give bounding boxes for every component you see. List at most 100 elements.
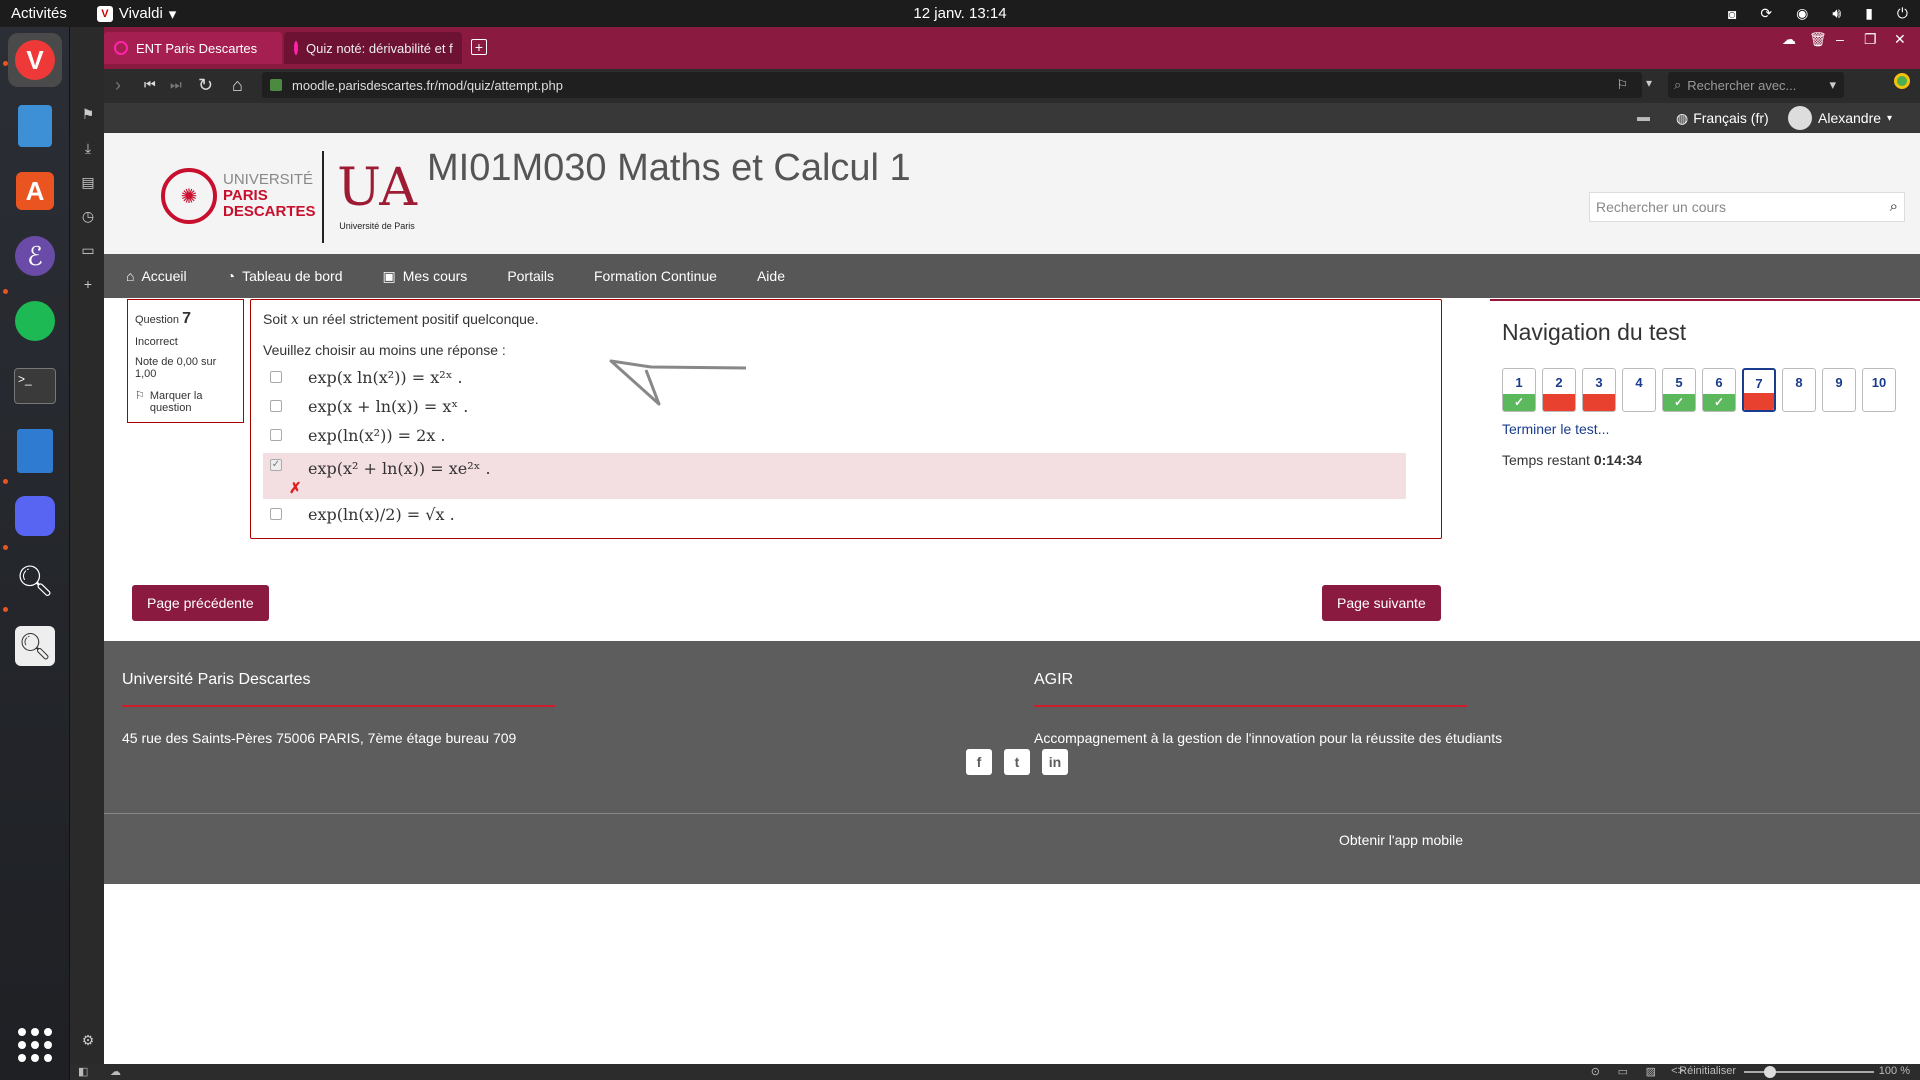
tile-icon[interactable]: ▭ [1618, 1065, 1628, 1078]
spotify-launcher[interactable] [8, 294, 62, 348]
show-apps-button[interactable] [18, 1028, 52, 1062]
sync-tray-icon[interactable]: ⟳ [1760, 5, 1772, 22]
bookmarks-panel-icon[interactable]: ⚑ [79, 106, 97, 124]
url-field[interactable]: moodle.parisdescartes.fr/mod/quiz/attemp… [262, 72, 1642, 98]
answer-option[interactable]: exp(ln(x)/2) = √x . [263, 500, 1406, 528]
vivaldi-launcher[interactable]: V [8, 33, 62, 87]
trash-icon[interactable]: 🗑︎ [1809, 31, 1827, 48]
search-icon[interactable]: ⌕ [1890, 198, 1898, 215]
cloud-sync-icon[interactable]: ☁ [1782, 31, 1796, 48]
discord-launcher[interactable] [8, 489, 62, 543]
panel-toggle-icon[interactable]: ◧ [78, 1065, 88, 1078]
messages-icon[interactable]: ▬ [1637, 109, 1650, 124]
settings-icon[interactable]: ⚙ [79, 1032, 97, 1050]
flag-question[interactable]: ⚐ Marquer la question [135, 390, 236, 414]
close-icon[interactable]: ✕ [1894, 31, 1906, 48]
facebook-icon[interactable]: f [966, 749, 992, 775]
quiz-nav-button-8[interactable]: 8 [1782, 368, 1816, 412]
images-icon[interactable]: ▨ [1646, 1065, 1656, 1078]
image-viewer-launcher[interactable] [8, 424, 62, 478]
language-menu[interactable]: ◍ Français (fr) [1676, 110, 1769, 127]
next-page-button[interactable]: Page suivante [1322, 585, 1441, 621]
clock[interactable]: 12 janv. 13:14 [0, 5, 1920, 22]
nav-formation-continue[interactable]: Formation Continue [594, 268, 717, 284]
quiz-nav-button-1[interactable]: 1 ✓ [1502, 368, 1536, 412]
reload-icon[interactable]: ↻ [198, 75, 213, 95]
image-viewer-icon [17, 429, 53, 473]
new-tab-icon[interactable]: + [471, 39, 487, 55]
answer-checkbox[interactable] [270, 371, 282, 383]
nav-aide[interactable]: Aide [757, 268, 785, 284]
restore-icon[interactable]: ❐ [1864, 31, 1877, 48]
tab-quiz[interactable]: Quiz noté: dérivabilité et f [284, 32, 462, 64]
course-title[interactable]: MI01M030 Maths et Calcul 1 [427, 147, 911, 190]
activities-button[interactable]: Activités [11, 5, 67, 22]
software-launcher[interactable]: A [8, 164, 62, 218]
language-label: Français (fr) [1693, 110, 1769, 126]
tab-label: ENT Paris Descartes [136, 40, 258, 56]
quiz-nav-button-3[interactable]: 3 [1582, 368, 1616, 412]
downloads-panel-icon[interactable]: ⤓ [79, 140, 97, 158]
course-search-input[interactable]: Rechercher un cours ⌕ [1589, 192, 1905, 222]
quiz-nav-button-7[interactable]: 7 [1742, 368, 1776, 412]
web-search-field[interactable]: ⌕ Rechercher avec... ▾ [1668, 72, 1844, 98]
nav-accueil[interactable]: ⌂ Accueil [126, 268, 187, 284]
app-menu[interactable]: V Vivaldi ▾ [96, 5, 176, 23]
wifi-icon[interactable]: ◉ [1796, 5, 1808, 22]
notes-panel-icon[interactable]: ▤ [79, 174, 97, 192]
zoom-slider-handle[interactable] [1764, 1066, 1776, 1078]
cloud-icon[interactable]: ☁ [110, 1065, 121, 1078]
finish-attempt-link[interactable]: Terminer le test... [1502, 421, 1609, 437]
extension-icon[interactable] [1894, 73, 1910, 89]
discord-tray-icon[interactable]: ◙ [1728, 6, 1736, 22]
university-logo[interactable]: ✺ UNIVERSITÉ PARIS DESCARTES [161, 168, 316, 224]
history-panel-icon[interactable]: ◷ [79, 208, 97, 226]
tab-ent[interactable]: ENT Paris Descartes [104, 32, 282, 64]
terminal-launcher[interactable]: >_ [8, 359, 62, 413]
answer-option[interactable]: exp(x + ln(x)) = xˣ . [263, 392, 1406, 420]
bookmark-icon[interactable]: ⚐ [1616, 77, 1628, 93]
quiz-nav-button-6[interactable]: 6 ✓ [1702, 368, 1736, 412]
chevron-down-icon[interactable]: ▾ [1646, 76, 1652, 90]
power-menu-icon[interactable]: ⏻ [1897, 5, 1908, 22]
add-panel-icon[interactable]: + [79, 276, 97, 294]
zoom-reset-button[interactable]: Réinitialiser [1679, 1065, 1736, 1077]
rewind-icon[interactable]: ⏮ [144, 75, 156, 95]
chevron-down-icon[interactable]: ▾ [1829, 77, 1836, 93]
linkedin-icon[interactable]: in [1042, 749, 1068, 775]
answer-checkbox[interactable] [270, 508, 282, 520]
twitter-icon[interactable]: t [1004, 749, 1030, 775]
chevron-down-icon: ▾ [1887, 112, 1893, 124]
minimize-icon[interactable]: – [1836, 31, 1844, 47]
fast-forward-icon[interactable]: ⏭ [170, 75, 182, 95]
answer-option[interactable]: exp(x ln(x²)) = x²ˣ . [263, 363, 1406, 391]
battery-icon[interactable]: ▮ [1865, 5, 1873, 22]
capture-icon[interactable]: ⊙ [1591, 1065, 1600, 1078]
quiz-nav-button-4[interactable]: 4 [1622, 368, 1656, 412]
nav-portails[interactable]: Portails [507, 268, 554, 284]
system-tray[interactable]: ◙ ⟳ ◉ 🔊︎ ▮ ⏻ [1728, 0, 1908, 27]
answer-option-selected[interactable]: ✓ exp(x² + ln(x)) = xe²ˣ . ✗ [263, 453, 1406, 499]
quiz-nav-button-2[interactable]: 2 [1542, 368, 1576, 412]
previous-page-button[interactable]: Page précédente [132, 585, 269, 621]
nav-mes-cours[interactable]: ▣ Mes cours [383, 268, 468, 285]
search-tool-launcher[interactable]: 🔍︎ [8, 554, 62, 608]
user-menu[interactable]: Alexandre ▾ [1788, 106, 1892, 130]
window-panel-icon[interactable]: ▭ [79, 242, 97, 260]
answer-checkbox[interactable] [270, 429, 282, 441]
forward-icon[interactable]: › [115, 75, 121, 95]
zoom-slider[interactable] [1744, 1066, 1874, 1078]
screenshot-launcher[interactable]: 🔍︎ [8, 619, 62, 673]
home-icon[interactable]: ⌂ [232, 75, 243, 95]
answer-checkbox[interactable] [270, 400, 282, 412]
emacs-launcher[interactable]: ℰ [8, 229, 62, 283]
mobile-app-link[interactable]: Obtenir l'app mobile [1339, 832, 1463, 848]
answer-checkbox-checked[interactable]: ✓ [270, 459, 282, 471]
answer-option[interactable]: exp(ln(x²)) = 2x . [263, 421, 1406, 449]
quiz-nav-button-9[interactable]: 9 [1822, 368, 1856, 412]
quiz-nav-button-10[interactable]: 10 [1862, 368, 1896, 412]
volume-icon[interactable]: 🔊︎ [1832, 5, 1841, 22]
nav-tableau-de-bord[interactable]: ◔ Tableau de bord [227, 268, 343, 284]
quiz-nav-button-5[interactable]: 5 ✓ [1662, 368, 1696, 412]
files-launcher[interactable] [8, 99, 62, 153]
